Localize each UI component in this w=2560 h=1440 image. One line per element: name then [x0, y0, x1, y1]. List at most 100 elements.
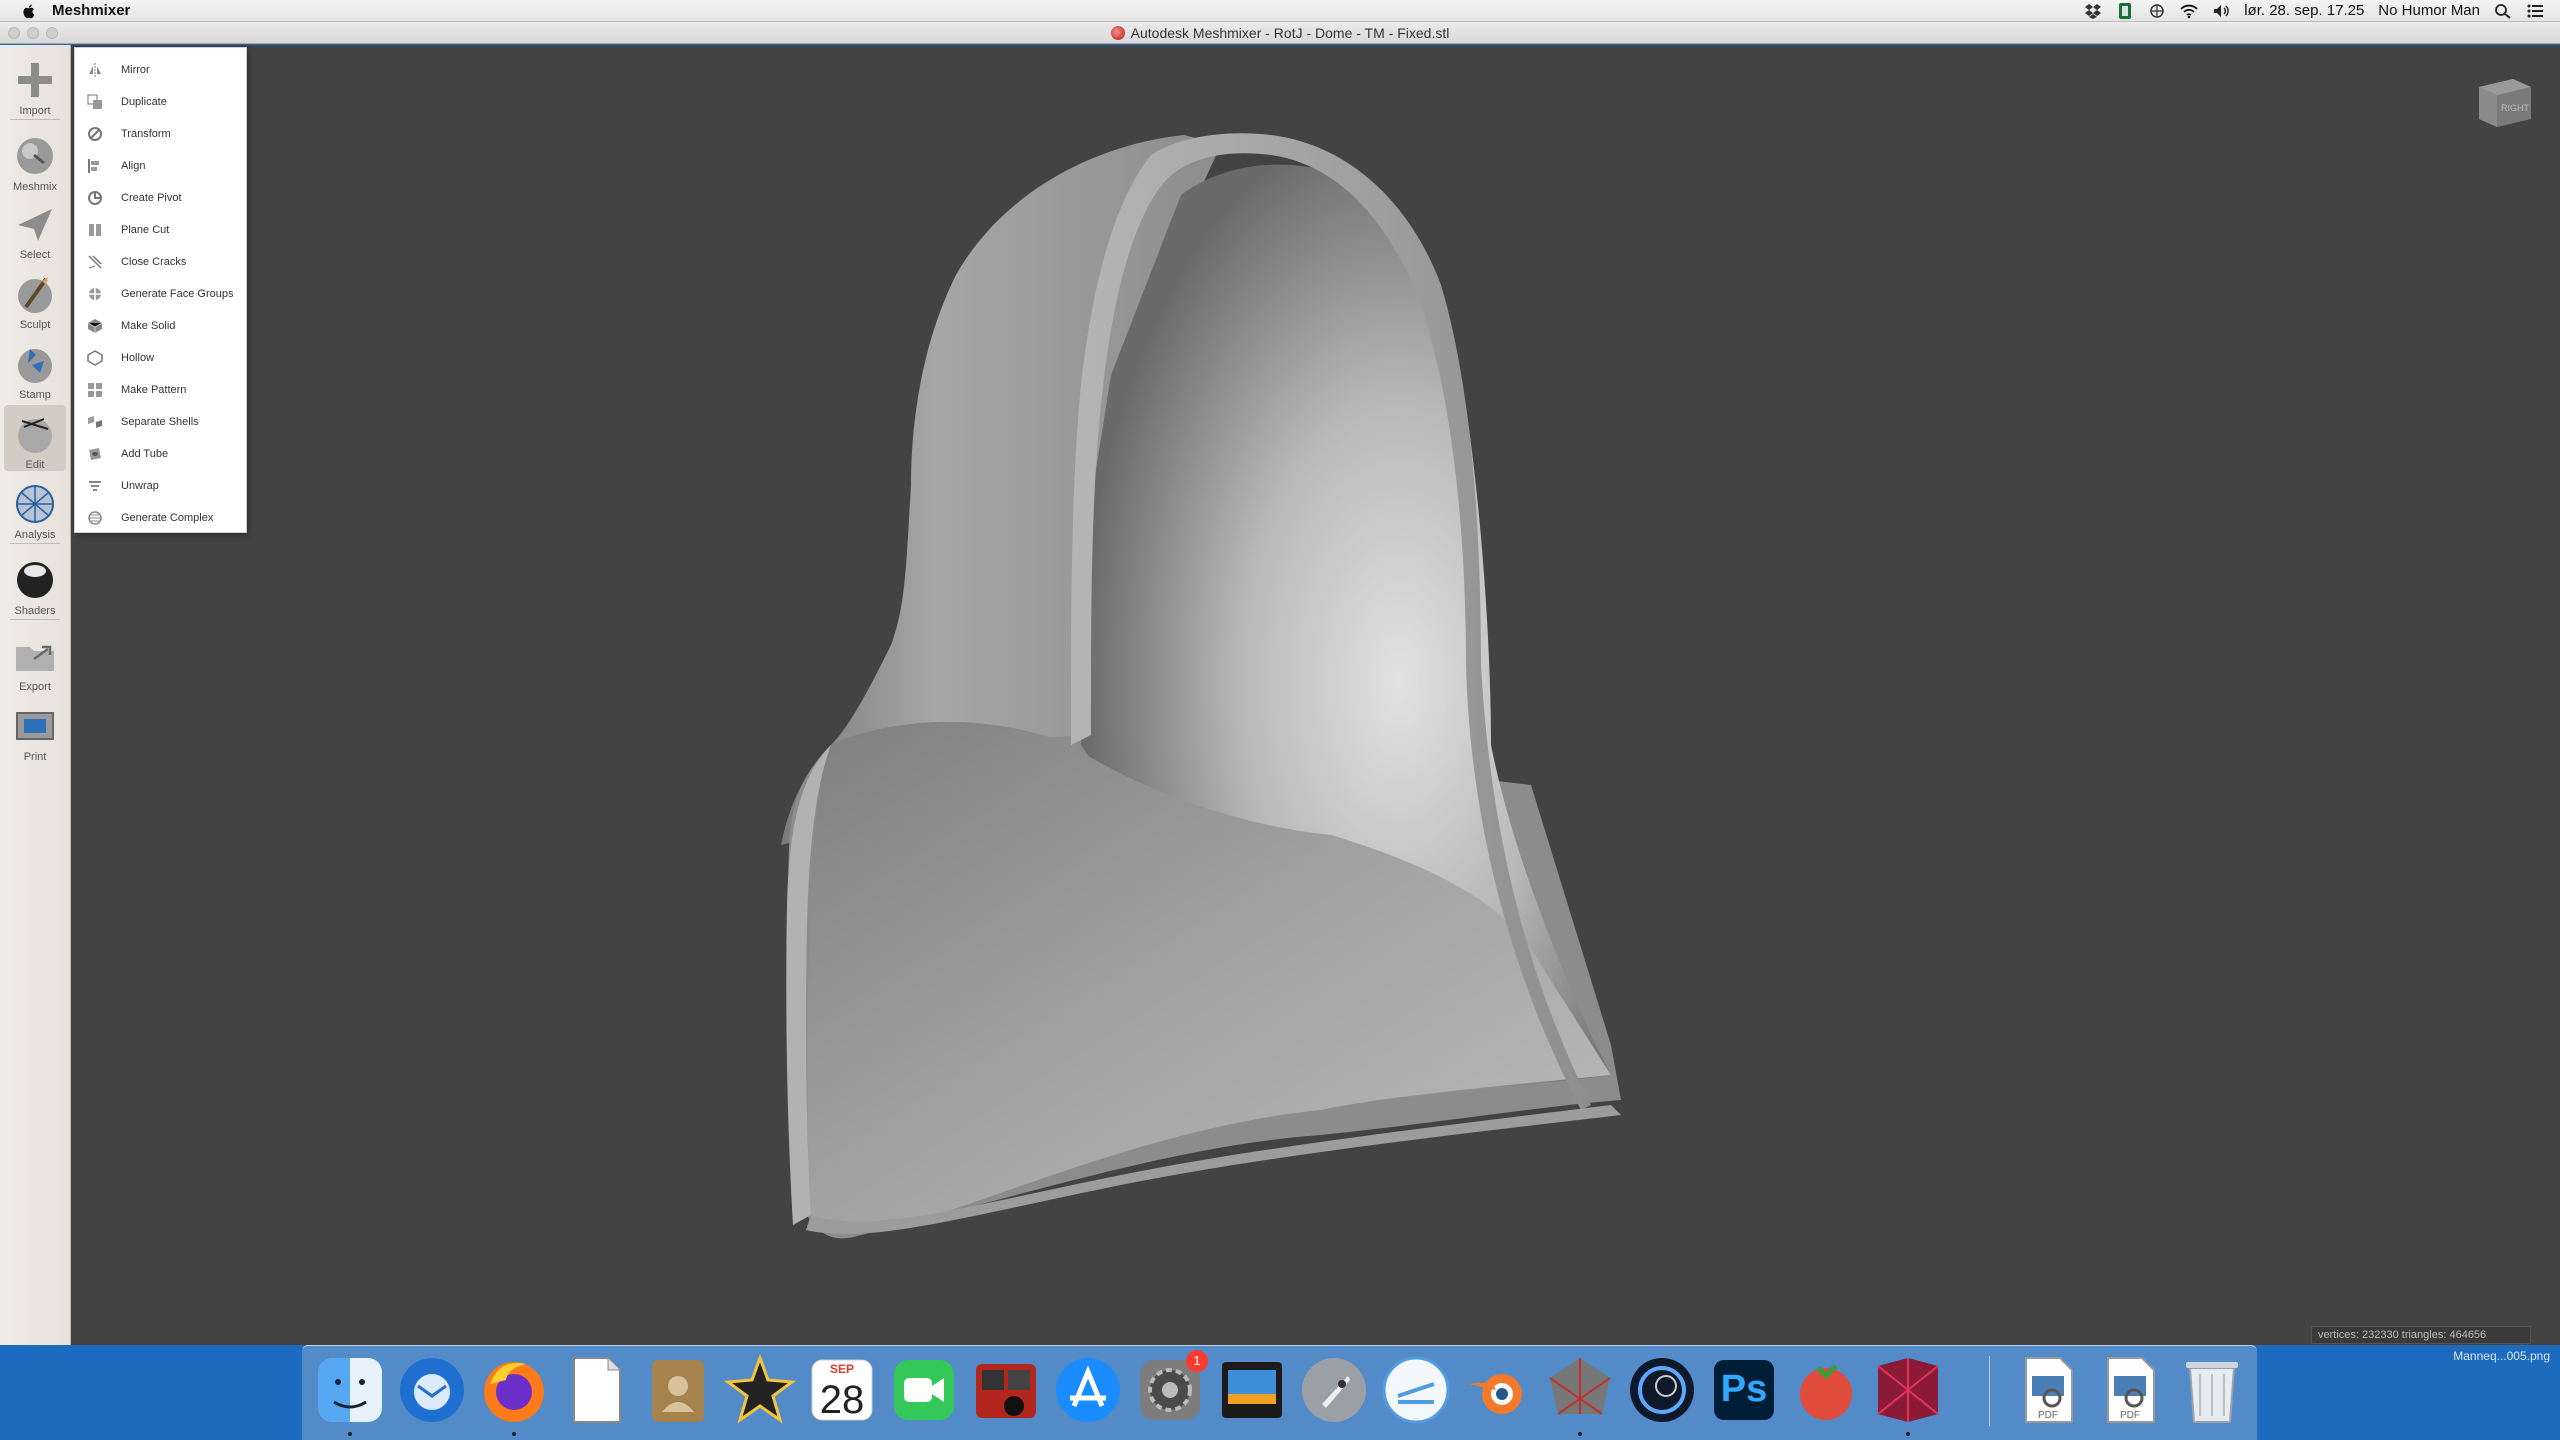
tool-label: Sculpt: [19, 319, 51, 331]
menu-item-hollow[interactable]: Hollow: [75, 342, 246, 374]
tool-label: Export: [19, 681, 51, 693]
apple-icon[interactable]: [20, 2, 38, 20]
view-cube-label: RIGHT: [2501, 103, 2530, 113]
menu-item-unwrap[interactable]: Unwrap: [75, 470, 246, 502]
tomato-icon: [1800, 1364, 1852, 1420]
menu-item-make-pattern[interactable]: Make Pattern: [75, 374, 246, 406]
menu-item-generate-complex[interactable]: Generate Complex: [75, 502, 246, 534]
dock-polyhedron-app[interactable]: [1544, 1354, 1616, 1426]
dock-screens[interactable]: [1216, 1354, 1288, 1426]
dock-mac-linkstation[interactable]: [1380, 1354, 1452, 1426]
menu-item-add-tube[interactable]: Add Tube: [75, 438, 246, 470]
desktop-file-label[interactable]: Manneq...005.png: [2380, 1349, 2560, 1365]
tool-edit[interactable]: Edit: [4, 405, 66, 471]
tool-shaders[interactable]: Shaders: [4, 551, 66, 617]
minimize-window-button[interactable]: [27, 27, 39, 39]
tool-select[interactable]: Select: [4, 195, 66, 261]
menu-item-duplicate[interactable]: Duplicate: [75, 86, 246, 118]
window-title: Autodesk Meshmixer - RotJ - Dome - TM - …: [1130, 24, 1450, 41]
select-arrow-icon: [18, 209, 52, 241]
close-window-button[interactable]: [8, 27, 20, 39]
brush-icon: [18, 277, 52, 313]
tool-stamp[interactable]: Stamp: [4, 335, 66, 401]
menu-item-generate-face-groups[interactable]: Generate Face Groups: [75, 278, 246, 310]
dock-document-2[interactable]: PDF: [2094, 1354, 2166, 1426]
menu-item-mirror[interactable]: Mirror: [75, 54, 246, 86]
menu-item-align[interactable]: Align: [75, 150, 246, 182]
clock[interactable]: lør. 28. sep. 17.25: [2244, 2, 2364, 19]
dock-divider: [1989, 1356, 1990, 1426]
running-indicator: [1906, 1432, 1910, 1436]
menu-item-make-solid[interactable]: Make Solid: [75, 310, 246, 342]
dock-facetime[interactable]: [888, 1354, 960, 1426]
dock-trash[interactable]: [2176, 1354, 2248, 1426]
wifi-icon[interactable]: [2180, 3, 2198, 19]
dock-photoshop[interactable]: Ps: [1708, 1354, 1780, 1426]
window-controls: [8, 27, 58, 39]
mesh-model[interactable]: [71, 45, 2560, 1345]
hollow-icon: [87, 350, 103, 366]
menu-item-plane-cut[interactable]: Plane Cut: [75, 214, 246, 246]
dock-magic-app[interactable]: [1872, 1354, 1944, 1426]
dock-app-store[interactable]: [1052, 1354, 1124, 1426]
dock-affinity[interactable]: [1790, 1354, 1862, 1426]
volume-icon[interactable]: [2212, 3, 2230, 19]
drive-icon: [1382, 1356, 1450, 1424]
blender-icon: [1468, 1374, 1522, 1414]
dock-contacts[interactable]: [642, 1354, 714, 1426]
spotlight-search-icon[interactable]: [2494, 3, 2512, 19]
mirror-icon: [89, 63, 101, 77]
tool-sculpt[interactable]: Sculpt: [4, 265, 66, 331]
dock-photo-booth[interactable]: [970, 1354, 1042, 1426]
zoom-window-button[interactable]: [46, 27, 58, 39]
complex-icon: [88, 511, 102, 525]
notification-center-icon[interactable]: [2526, 3, 2544, 19]
dropbox-icon[interactable]: [2084, 3, 2102, 19]
tool-label: Stamp: [19, 389, 51, 401]
thunderbird-icon: [400, 1358, 464, 1422]
finder-icon: [318, 1358, 382, 1422]
dock-system-preferences[interactable]: 1: [1134, 1350, 1208, 1426]
dock-thunderbird[interactable]: [396, 1354, 468, 1426]
view-cube[interactable]: RIGHT: [2473, 73, 2535, 131]
dock-finder[interactable]: [314, 1354, 386, 1426]
tool-label: Import: [19, 105, 51, 117]
tool-label: Shaders: [14, 605, 56, 617]
dock-calendar[interactable]: SEP 28: [806, 1354, 878, 1426]
dock-textedit[interactable]: [560, 1354, 632, 1426]
dock-document-1[interactable]: PDF: [2012, 1354, 2084, 1426]
user-name[interactable]: No Humor Man: [2378, 2, 2480, 19]
dock-firefox[interactable]: [478, 1354, 550, 1426]
menu-item-separate-shells[interactable]: Separate Shells: [75, 406, 246, 438]
dock-imovie[interactable]: [723, 1353, 797, 1426]
evernote-icon[interactable]: [2116, 2, 2134, 19]
running-indicator: [348, 1432, 352, 1436]
tool-meshmix[interactable]: Meshmix: [4, 127, 66, 193]
tool-export[interactable]: Export: [4, 627, 66, 693]
menu-bar: Meshmixer lør. 28. sep. 17.25 No Humor M…: [0, 0, 2560, 22]
tool-label: Edit: [25, 459, 45, 471]
duplicate-icon: [87, 94, 102, 109]
calendar-month: SEP: [829, 1362, 854, 1376]
menu-item-transform[interactable]: Transform: [75, 118, 246, 150]
tool-analysis[interactable]: Analysis: [4, 475, 66, 541]
app-menu-name[interactable]: Meshmixer: [52, 2, 130, 19]
3d-viewport[interactable]: RIGHT vertices: 232330 triangles: 464656: [71, 45, 2560, 1345]
network-icon[interactable]: [2148, 3, 2166, 19]
status-tray: lør. 28. sep. 17.25 No Humor Man: [2084, 2, 2560, 19]
dock-blender[interactable]: [1462, 1354, 1534, 1426]
calendar-day: 28: [819, 1378, 865, 1422]
tool-print[interactable]: Print: [4, 697, 66, 763]
divider: [10, 543, 60, 544]
tool-import[interactable]: Import: [4, 51, 66, 117]
dock-launchpad[interactable]: [1298, 1354, 1370, 1426]
notification-badge: 1: [1186, 1350, 1208, 1372]
menu-item-create-pivot[interactable]: Create Pivot: [75, 182, 246, 214]
edit-icon: [18, 418, 52, 453]
monitor-icon: [1222, 1362, 1282, 1418]
menu-item-close-cracks[interactable]: Close Cracks: [75, 246, 246, 278]
make-solid-icon: [87, 319, 103, 333]
running-indicator: [512, 1432, 516, 1436]
dock-cinema4d[interactable]: [1626, 1354, 1698, 1426]
plus-icon: [18, 63, 52, 97]
